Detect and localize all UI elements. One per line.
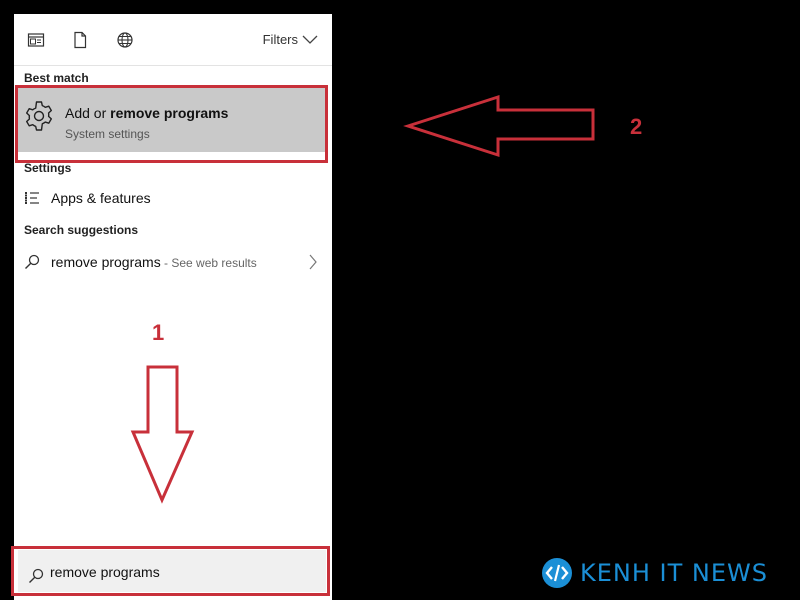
arrow-down-step1 [130,365,195,504]
annotation-arrows [130,94,595,504]
arrow-left-step2 [403,94,595,158]
watermark-logo: KENH IT NEWS [540,556,768,590]
step-number-2: 2 [630,114,643,139]
step-number-1: 1 [152,320,165,345]
watermark-text: KENH IT NEWS [580,559,768,587]
code-icon [542,558,572,588]
